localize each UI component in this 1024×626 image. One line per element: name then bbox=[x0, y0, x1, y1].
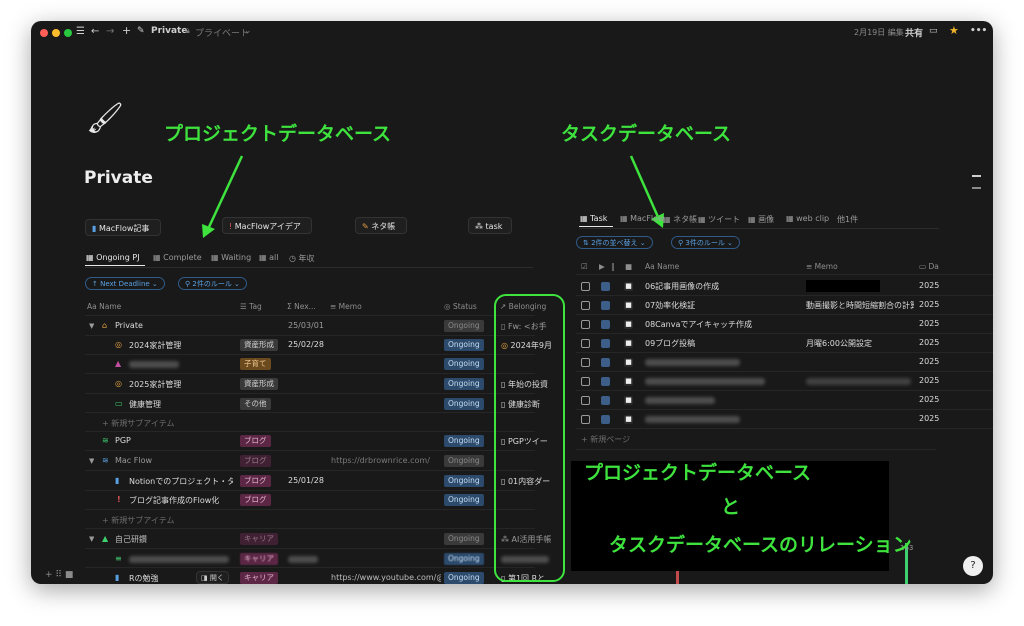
stop-icon: ■ bbox=[625, 262, 633, 271]
blurred-task-name bbox=[645, 416, 740, 423]
tab-images[interactable]: ▦ 画像 bbox=[748, 214, 774, 225]
tab-neta[interactable]: ▦ ネタ帳 bbox=[663, 214, 697, 225]
play-button-icon[interactable] bbox=[601, 339, 610, 348]
task-checkbox[interactable] bbox=[581, 358, 590, 367]
task-checkbox[interactable] bbox=[581, 320, 590, 329]
row-divider bbox=[576, 295, 993, 296]
task-checkbox[interactable] bbox=[581, 339, 590, 348]
annotation-relation-line1: プロジェクトデータベース bbox=[584, 462, 812, 484]
task-checkbox[interactable] bbox=[581, 282, 590, 291]
tab-label: MacFlow bbox=[630, 214, 665, 223]
section-divider bbox=[576, 449, 936, 450]
arrow-line-project bbox=[207, 155, 244, 228]
select-all-checkbox[interactable]: ☑ bbox=[581, 262, 588, 271]
col-name[interactable]: Aa Name bbox=[645, 262, 679, 271]
task-checkbox[interactable] bbox=[581, 301, 590, 310]
arrow-line-task bbox=[629, 155, 660, 218]
row-divider bbox=[576, 333, 993, 334]
blurred-memo bbox=[806, 378, 911, 385]
task-date: 2025 bbox=[919, 338, 940, 347]
col-date[interactable]: ▭ Da bbox=[919, 262, 939, 271]
separator-icon: ‖ bbox=[611, 262, 615, 271]
tab-label: ネタ帳 bbox=[673, 215, 698, 224]
tab-macflow[interactable]: ▦ MacFlow bbox=[620, 214, 665, 223]
play-button-icon[interactable] bbox=[601, 396, 610, 405]
row-divider bbox=[576, 390, 993, 391]
task-date: 2025 bbox=[919, 376, 940, 385]
notion-window: ☰ ← → + ✎ Private 🔒︎ プライベート ⌄ 2月19日 編集 共… bbox=[31, 21, 993, 584]
tab-label: 画像 bbox=[758, 215, 775, 224]
add-block-plus-icon[interactable]: + ⠿ ■ bbox=[45, 570, 73, 580]
task-name[interactable]: 06記事用画像の作成 bbox=[645, 281, 803, 292]
play-button-icon[interactable] bbox=[601, 358, 610, 367]
col-label: Memo bbox=[814, 262, 838, 271]
scroll-marker[interactable] bbox=[972, 187, 981, 189]
task-date: 2025 bbox=[919, 300, 940, 309]
play-button-icon[interactable] bbox=[601, 282, 610, 291]
redacted-memo bbox=[806, 280, 880, 292]
row-divider bbox=[576, 314, 993, 315]
task-date: 2025 bbox=[919, 319, 940, 328]
stop-button-icon[interactable]: ■ bbox=[624, 358, 633, 367]
tab-label: Task bbox=[590, 214, 608, 223]
stop-button-icon[interactable]: ■ bbox=[624, 282, 633, 291]
tab-label: ツイート bbox=[708, 215, 741, 224]
new-page-button[interactable]: + 新規ページ bbox=[581, 434, 630, 445]
annotation-relation-line2: と bbox=[721, 496, 741, 518]
stop-button-icon[interactable]: ■ bbox=[624, 320, 633, 329]
row-divider bbox=[576, 428, 993, 429]
task-date: 2025 bbox=[919, 281, 940, 290]
col-label: Da bbox=[928, 262, 939, 271]
help-icon[interactable]: ? bbox=[963, 556, 983, 576]
task-checkbox[interactable] bbox=[581, 377, 590, 386]
tab-label: web clip bbox=[796, 214, 830, 223]
task-date: 2025 bbox=[919, 395, 940, 404]
blurred-task-name bbox=[645, 378, 765, 385]
header-divider bbox=[576, 274, 993, 275]
task-date: 2025 bbox=[919, 414, 940, 423]
tab-tweet[interactable]: ▦ ツイート bbox=[698, 214, 740, 225]
task-checkbox[interactable] bbox=[581, 415, 590, 424]
filter-rules[interactable]: ⚲ 3件のルール ⌄ bbox=[671, 236, 740, 249]
new-page-label: 新規ページ bbox=[590, 435, 631, 444]
play-button-icon[interactable] bbox=[601, 377, 610, 386]
row-divider bbox=[576, 352, 993, 353]
play-button-icon[interactable] bbox=[601, 301, 610, 310]
filter-label: 3件のルール bbox=[685, 239, 725, 247]
stop-button-icon[interactable]: ■ bbox=[624, 396, 633, 405]
annotation-relation-line3: タスクデータベースのリレーション bbox=[609, 534, 912, 556]
stop-button-icon[interactable]: ■ bbox=[624, 339, 633, 348]
filter-label: 2件の並べ替え bbox=[591, 239, 638, 247]
play-icon: ▶ bbox=[599, 262, 605, 271]
stop-button-icon[interactable]: ■ bbox=[624, 415, 633, 424]
task-checkbox[interactable] bbox=[581, 396, 590, 405]
row-divider bbox=[576, 371, 993, 372]
scroll-marker[interactable] bbox=[972, 175, 981, 177]
task-name[interactable]: 09ブログ投稿 bbox=[645, 338, 803, 349]
blurred-task-name bbox=[645, 397, 715, 404]
task-date: 2025 bbox=[919, 357, 940, 366]
tab-webclip[interactable]: ▦ web clip bbox=[786, 214, 829, 223]
active-tab-underline bbox=[579, 226, 613, 227]
stop-button-icon[interactable]: ■ bbox=[624, 301, 633, 310]
tab-task[interactable]: ▦ Task bbox=[580, 214, 607, 223]
sort-rules[interactable]: ⇅ 2件の並べ替え ⌄ bbox=[576, 236, 653, 249]
tab-more[interactable]: 他1件 bbox=[837, 214, 858, 225]
task-name[interactable]: 08Canvaでアイキャッチ作成 bbox=[645, 319, 803, 330]
play-button-icon[interactable] bbox=[601, 415, 610, 424]
row-divider bbox=[576, 409, 993, 410]
col-memo[interactable]: ≡ Memo bbox=[806, 262, 838, 271]
stop-button-icon[interactable]: ■ bbox=[624, 377, 633, 386]
task-memo[interactable]: 動画撮影と時間短縮割合の計算 bbox=[806, 300, 914, 311]
task-memo[interactable]: 月曜6:00公開設定 bbox=[806, 338, 914, 349]
play-button-icon[interactable] bbox=[601, 320, 610, 329]
task-name[interactable]: 07効率化検証 bbox=[645, 300, 803, 311]
tab-divider bbox=[579, 228, 939, 229]
blurred-task-name bbox=[645, 359, 740, 366]
